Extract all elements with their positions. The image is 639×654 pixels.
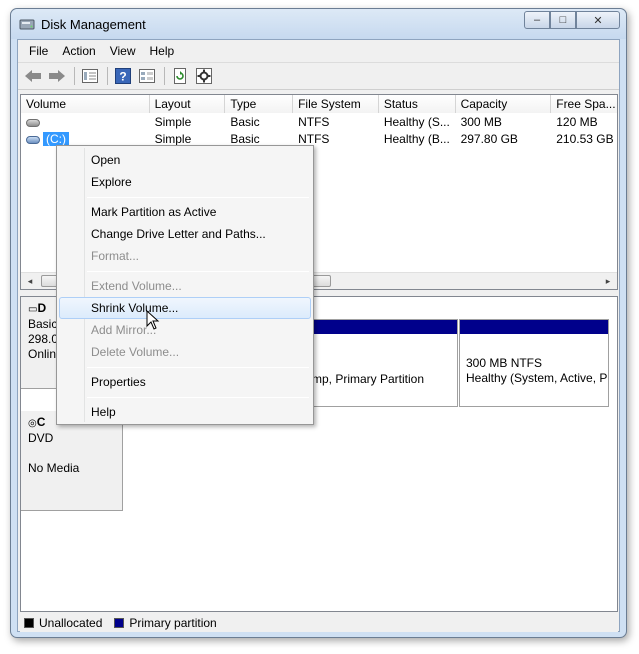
forward-button[interactable] (46, 65, 68, 87)
menu-file[interactable]: File (22, 40, 55, 62)
cell-free-space: 120 MB (556, 115, 598, 129)
close-button[interactable]: ✕ (576, 11, 620, 29)
volume-drive-icon (26, 135, 40, 144)
refresh-button[interactable] (169, 65, 191, 87)
menu-item-explore[interactable]: Explore (59, 171, 311, 193)
selected-volume-label: (C:) (43, 132, 69, 146)
toolbar-separator (107, 67, 108, 85)
menu-item-mark-active[interactable]: Mark Partition as Active (59, 201, 311, 223)
settings-icon (196, 68, 212, 84)
menu-item-add-mirror[interactable]: Add Mirror... (59, 319, 311, 341)
back-button[interactable] (22, 65, 44, 87)
cell-free-space: 210.53 GB (556, 132, 614, 146)
cell-status: Healthy (S... (383, 115, 450, 129)
table-row[interactable]: Simple Basic NTFS Healthy (S... 300 MB 1… (21, 114, 617, 131)
cdrom-media-status: No Media (28, 461, 80, 475)
list-icon (82, 69, 98, 83)
column-header-volume[interactable]: Volume (21, 95, 150, 113)
menu-item-format[interactable]: Format... (59, 245, 311, 267)
toolbar-separator (74, 67, 75, 85)
menu-separator (87, 197, 309, 198)
menu-separator (87, 271, 309, 272)
forward-arrow-icon (49, 70, 65, 82)
c-partition-status: mp, Primary Partition (312, 372, 425, 386)
menu-help[interactable]: Help (143, 40, 182, 62)
menu-item-change-drive-letter[interactable]: Change Drive Letter and Paths... (59, 223, 311, 245)
legend-primary-partition: Primary partition (129, 616, 217, 630)
legend-bar: Unallocated Primary partition (20, 614, 618, 632)
svg-text:?: ? (119, 70, 126, 84)
cell-capacity: 300 MB (460, 115, 502, 129)
menu-item-properties[interactable]: Properties (59, 371, 311, 393)
scroll-right-icon[interactable]: ▸ (601, 275, 615, 287)
menu-item-delete-volume[interactable]: Delete Volume... (59, 341, 311, 363)
volume-list-header: Volume Layout Type File System Status Ca… (21, 95, 618, 113)
title-bar[interactable]: Disk Management – □ ✕ (11, 9, 626, 39)
system-partition-size: 300 MB NTFS Healthy (System, Active, P (466, 356, 608, 385)
cdrom-type: DVD (28, 431, 54, 445)
cell-type: Basic (230, 115, 260, 129)
cdrom-spacer (28, 446, 122, 461)
help-icon: ? (115, 68, 131, 84)
maximize-button[interactable]: □ (550, 11, 576, 29)
toolbar-separator (164, 67, 165, 85)
column-header-status[interactable]: Status (378, 95, 456, 113)
menu-item-shrink-volume[interactable]: Shrink Volume... (59, 297, 311, 319)
menu-item-open[interactable]: Open (59, 149, 311, 171)
menu-item-help[interactable]: Help (59, 401, 311, 423)
menu-view[interactable]: View (103, 40, 143, 62)
cell-volume (21, 114, 150, 131)
system-partition-block[interactable]: 300 MB NTFS Healthy (System, Active, P (459, 319, 609, 407)
cdrom-icon: ◎ (28, 418, 37, 429)
legend-unallocated: Unallocated (39, 616, 103, 630)
show-hide-tree-button[interactable] (79, 65, 101, 87)
minimize-button[interactable]: – (524, 11, 550, 29)
scroll-left-icon[interactable]: ◂ (23, 275, 37, 287)
menu-bar: File Action View Help (18, 40, 619, 62)
settings-button[interactable] (193, 65, 215, 87)
cell-status: Healthy (B... (383, 132, 450, 146)
properties-icon (139, 69, 155, 83)
window-title: Disk Management (41, 17, 146, 32)
volume-context-menu: Open Explore Mark Partition as Active Ch… (56, 145, 314, 425)
cell-capacity: 297.80 GB (460, 132, 518, 146)
column-header-type[interactable]: Type (225, 95, 294, 113)
volume-drive-icon (26, 118, 40, 127)
column-header-free-space[interactable]: Free Spa... (551, 95, 618, 113)
menu-separator (87, 397, 309, 398)
column-header-layout[interactable]: Layout (149, 95, 226, 113)
mouse-cursor-icon (146, 310, 160, 330)
cell-layout: Simple (154, 115, 192, 129)
menu-separator (87, 367, 309, 368)
toolbar: ? (18, 62, 619, 90)
column-header-file-system[interactable]: File System (293, 95, 379, 113)
unallocated-swatch (24, 618, 34, 628)
properties-button[interactable] (136, 65, 158, 87)
help-button[interactable]: ? (112, 65, 134, 87)
primary-partition-bar (460, 320, 608, 334)
refresh-icon (174, 68, 186, 84)
primary-partition-swatch (114, 618, 125, 628)
cdrom-label[interactable]: ◎C DVD No Media (21, 411, 123, 511)
column-header-capacity[interactable]: Capacity (455, 95, 552, 113)
menu-action[interactable]: Action (55, 40, 102, 62)
disk-management-app-icon (19, 19, 35, 30)
menu-item-extend-volume[interactable]: Extend Volume... (59, 275, 311, 297)
back-arrow-icon (25, 70, 41, 82)
cell-file-system: NTFS (298, 115, 330, 129)
